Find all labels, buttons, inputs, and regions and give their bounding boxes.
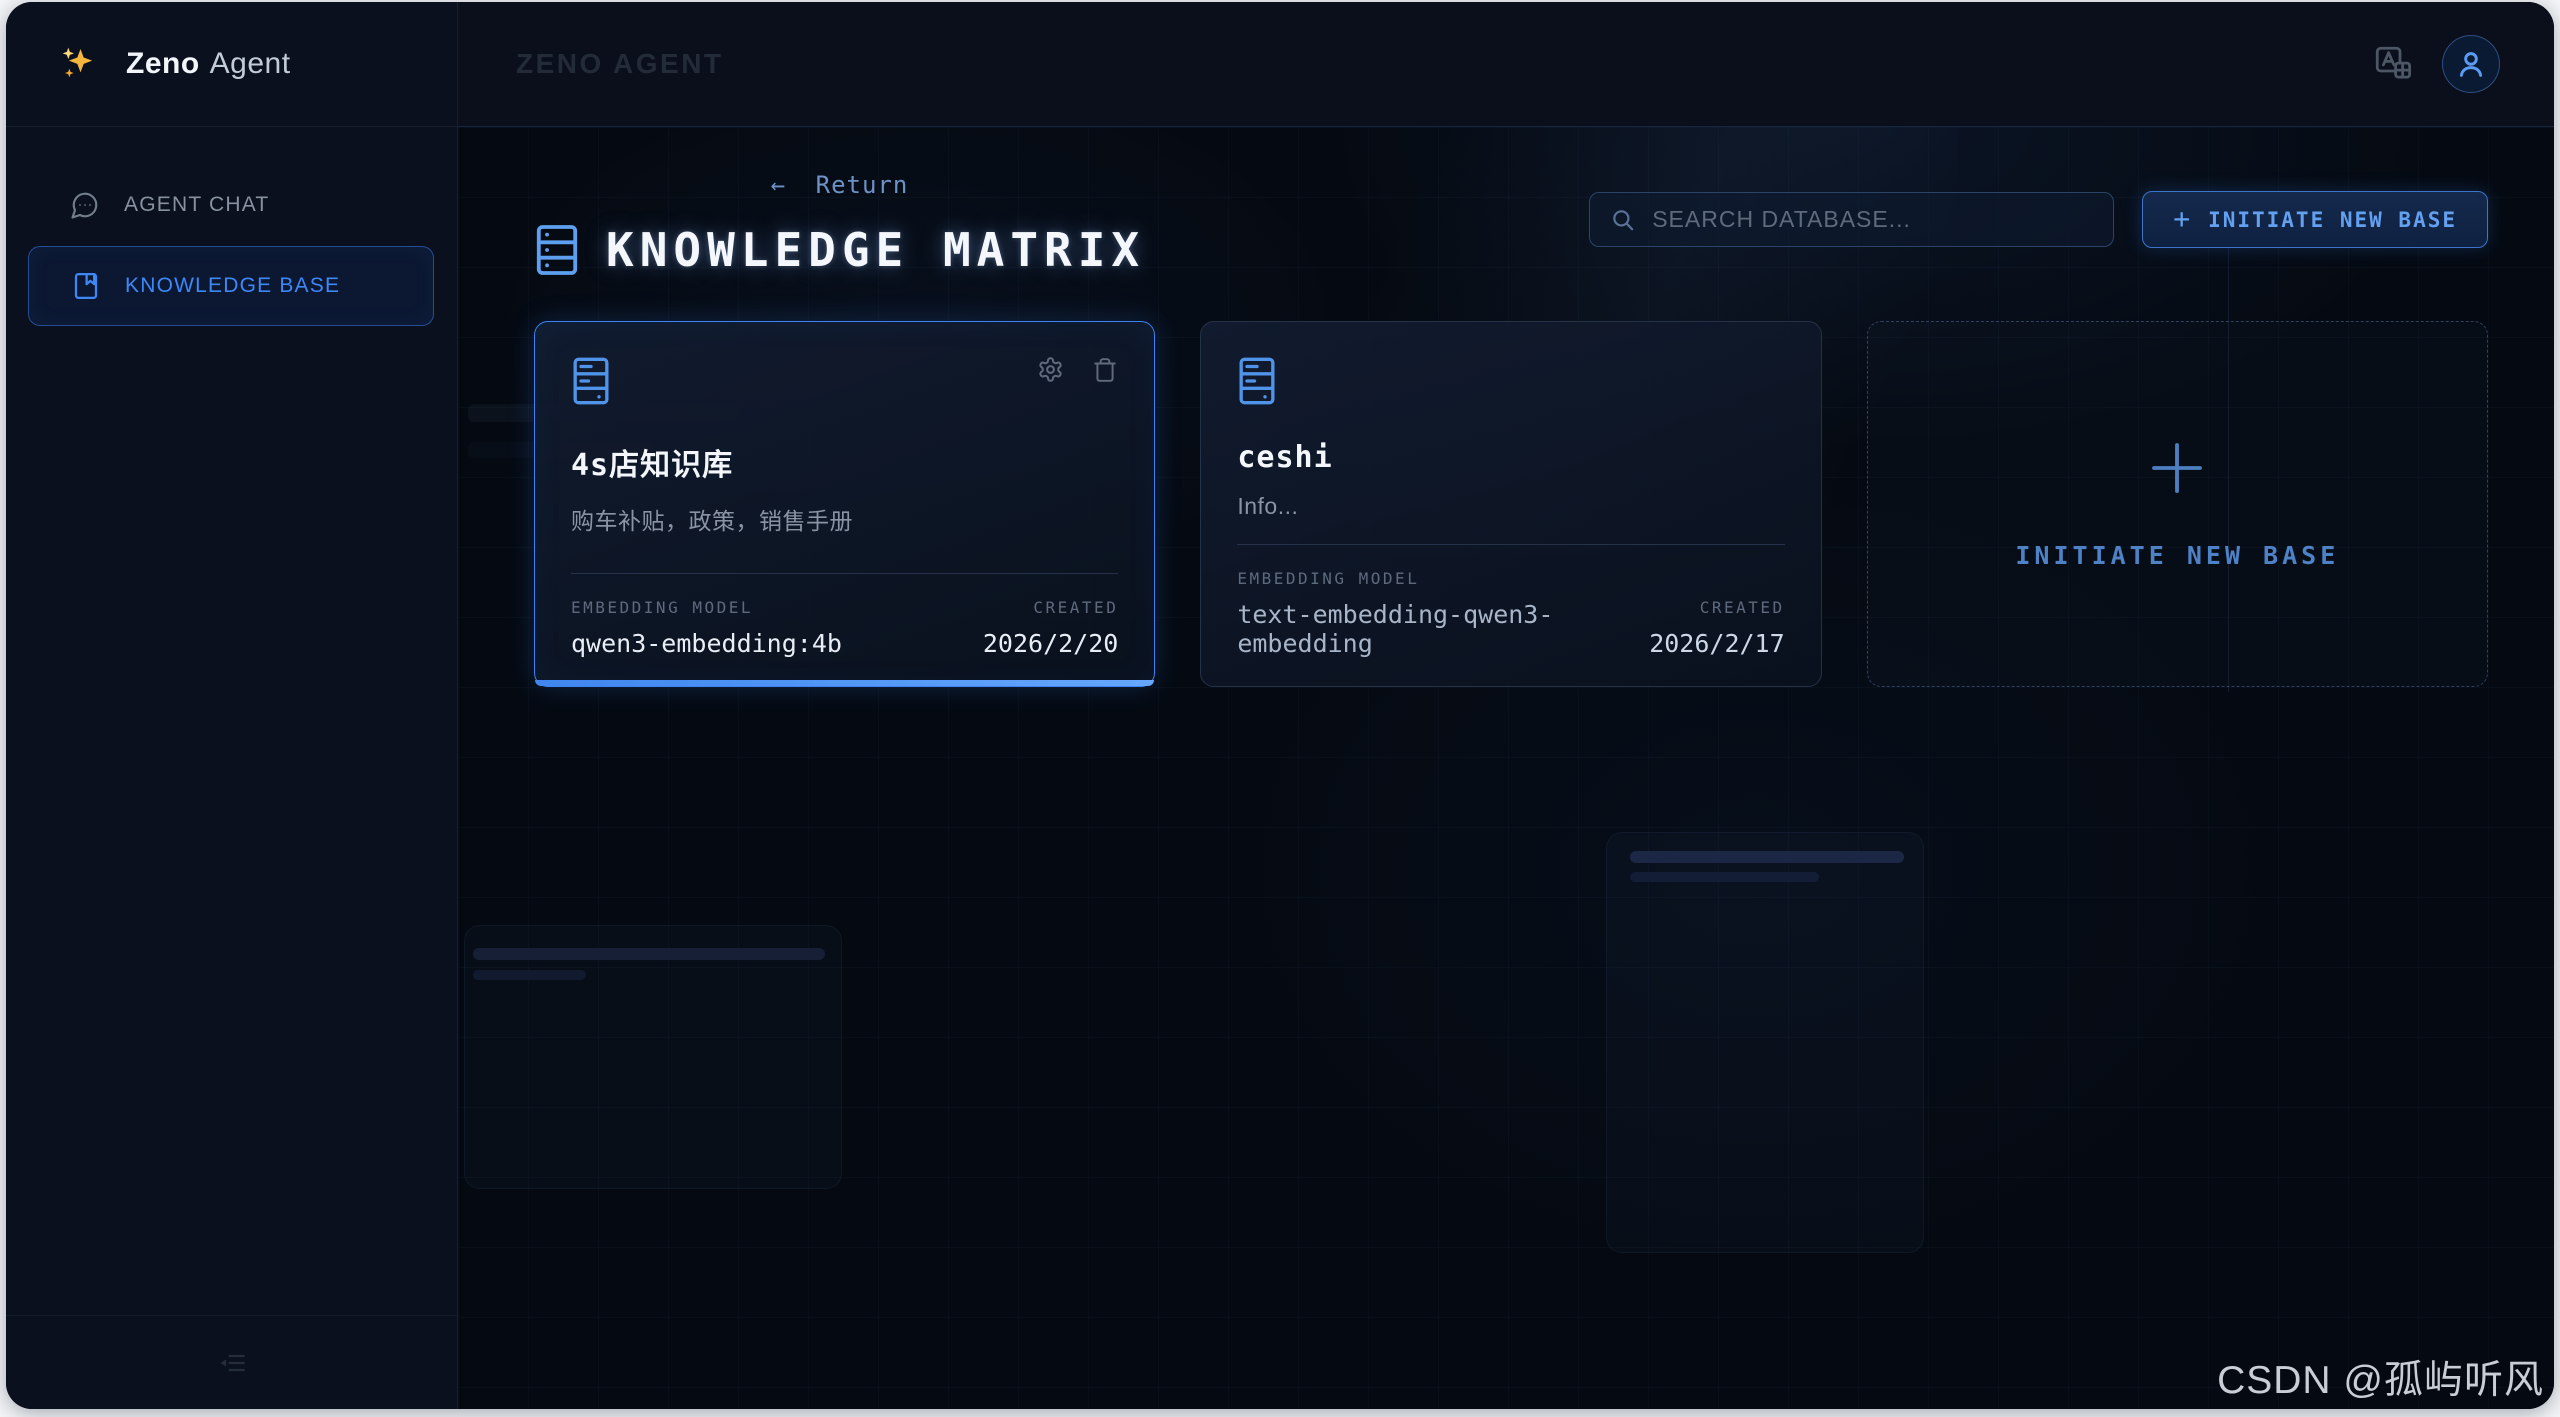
page-hero: ← Return KNOWLEDGE MATRIX	[534, 171, 1145, 277]
app-window: Zeno Agent AGENT CHAT	[6, 2, 2554, 1409]
card-description: Info...	[1237, 493, 1784, 520]
brand-secondary: Agent	[210, 47, 291, 80]
translate-language-icon[interactable]	[2372, 43, 2414, 85]
sidebar-footer	[6, 1315, 457, 1409]
card-title: ceshi	[1237, 440, 1784, 475]
sidebar-item-label: AGENT CHAT	[124, 193, 269, 217]
collapse-sidebar-icon[interactable]	[218, 1349, 246, 1377]
return-label: Return	[816, 171, 909, 199]
chat-bubble-icon	[70, 190, 100, 220]
knowledge-base-card[interactable]: 4s店知识库 购车补贴，政策，销售手册 EMBEDDING MODEL qwen…	[534, 321, 1155, 687]
top-header: ZENO AGENT	[458, 2, 2554, 127]
created-value: 2026/2/17	[1649, 629, 1784, 658]
plus-icon: +	[2173, 205, 2192, 233]
database-icon	[534, 223, 580, 277]
knowledge-base-card[interactable]: ceshi Info... EMBEDDING MODEL text-embed…	[1200, 321, 1821, 687]
trash-icon[interactable]	[1092, 356, 1118, 383]
person-icon	[2455, 48, 2487, 80]
created-value: 2026/2/20	[983, 629, 1118, 658]
user-avatar[interactable]	[2442, 35, 2500, 93]
created-meta: CREATED 2026/2/20	[983, 598, 1118, 658]
card-title: 4s店知识库	[571, 440, 1118, 484]
initiate-new-base-card[interactable]: INITIATE NEW BASE	[1867, 321, 2488, 687]
embedding-model-meta: EMBEDDING MODEL text-embedding-qwen3-emb…	[1237, 569, 1649, 658]
created-meta: CREATED 2026/2/17	[1649, 598, 1784, 658]
card-header	[1237, 356, 1784, 406]
sidebar: Zeno Agent AGENT CHAT	[6, 2, 458, 1409]
return-link[interactable]: ← Return	[534, 171, 1145, 199]
sidebar-header: Zeno Agent	[6, 2, 457, 127]
main-content: ← Return KNOWLEDGE MATRIX	[458, 127, 2554, 1409]
created-label: CREATED	[1649, 598, 1784, 617]
embedding-model-meta: EMBEDDING MODEL qwen3-embedding:4b	[571, 598, 842, 658]
decor-ghost-card-left	[464, 925, 842, 1189]
card-header	[571, 356, 1118, 406]
card-footer: EMBEDDING MODEL qwen3-embedding:4b CREAT…	[571, 573, 1118, 658]
gear-icon[interactable]	[1037, 356, 1064, 383]
card-footer: EMBEDDING MODEL text-embedding-qwen3-emb…	[1237, 544, 1784, 658]
embedding-model-label: EMBEDDING MODEL	[1237, 569, 1649, 588]
arrow-left-icon: ←	[771, 171, 786, 199]
decor-ghost-card-right	[1606, 832, 1924, 1253]
toolbar: + INITIATE NEW BASE	[1589, 191, 2488, 248]
csdn-watermark: CSDN @孤屿听风	[2217, 1349, 2544, 1405]
brand-primary: Zeno	[126, 47, 200, 80]
server-icon	[1237, 356, 1277, 406]
sidebar-item-agent-chat[interactable]: AGENT CHAT	[28, 178, 434, 232]
initiate-new-base-label: INITIATE NEW BASE	[2208, 208, 2457, 232]
created-label: CREATED	[983, 598, 1118, 617]
sidebar-item-knowledge-base[interactable]: KNOWLEDGE BASE	[28, 246, 434, 326]
embedding-model-label: EMBEDDING MODEL	[571, 598, 842, 617]
server-icon	[571, 356, 611, 406]
brand-title: Zeno Agent	[126, 47, 291, 81]
header-watermark-title: ZENO AGENT	[516, 48, 724, 80]
card-actions	[1037, 356, 1118, 383]
search-box	[1589, 192, 2114, 247]
knowledge-base-card-grid: 4s店知识库 购车补贴，政策，销售手册 EMBEDDING MODEL qwen…	[534, 321, 2488, 687]
title-row: KNOWLEDGE MATRIX	[534, 223, 1145, 277]
initiate-new-base-button[interactable]: + INITIATE NEW BASE	[2142, 191, 2488, 248]
search-icon	[1610, 207, 1636, 233]
page-title: KNOWLEDGE MATRIX	[606, 223, 1145, 277]
embedding-model-value: text-embedding-qwen3-embedding	[1237, 600, 1649, 658]
embedding-model-value: qwen3-embedding:4b	[571, 629, 842, 658]
plus-icon	[2148, 439, 2206, 497]
initiate-new-base-card-label: INITIATE NEW BASE	[2015, 541, 2339, 570]
card-description: 购车补贴，政策，销售手册	[571, 502, 1118, 536]
sidebar-item-label: KNOWLEDGE BASE	[125, 274, 340, 298]
sidebar-nav: AGENT CHAT KNOWLEDGE BASE	[28, 178, 434, 326]
search-input[interactable]	[1652, 206, 2093, 233]
sparkles-icon	[58, 44, 98, 84]
header-actions	[2372, 2, 2500, 126]
book-marked-icon	[71, 271, 101, 301]
